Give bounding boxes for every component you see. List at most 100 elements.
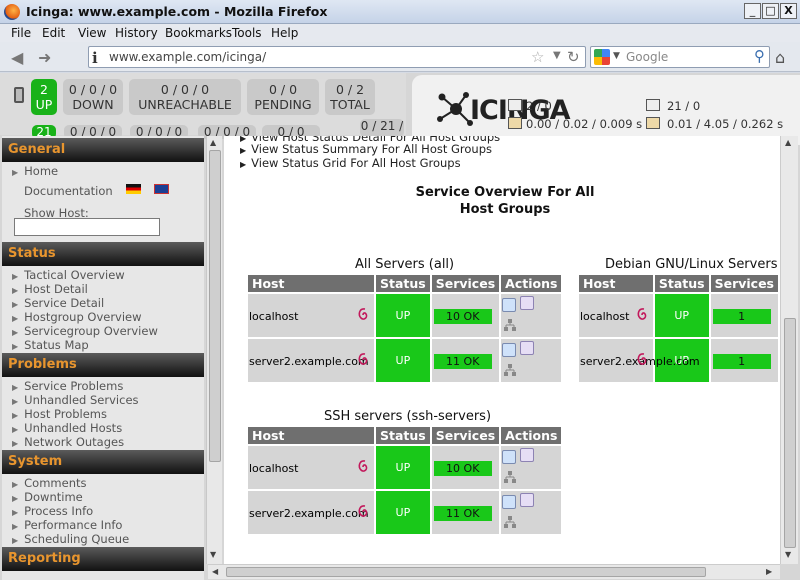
bookmark-star-icon[interactable]: ☆: [531, 48, 544, 66]
google-engine-icon[interactable]: [594, 49, 610, 65]
forward-arrow-icon[interactable]: ➜: [38, 48, 51, 67]
status-badge[interactable]: UP: [376, 446, 430, 489]
host-link[interactable]: localhost: [249, 310, 298, 323]
scroll-right-arrow-icon[interactable]: ▶: [766, 567, 772, 576]
scroll-left-arrow-icon[interactable]: ◀: [212, 567, 218, 576]
host-link[interactable]: server2.example.com: [249, 507, 369, 520]
group-title-all[interactable]: All Servers (all): [355, 257, 454, 272]
german-flag-icon[interactable]: [126, 184, 141, 194]
hosts-up-box[interactable]: 2 UP: [31, 79, 57, 115]
sidebar-item-tactical-overview[interactable]: ▶ Tactical Overview: [12, 268, 125, 282]
debian-swirl-icon: [358, 505, 368, 517]
url-text[interactable]: www.example.com/icinga/: [109, 50, 266, 64]
host-info-icon[interactable]: [520, 493, 535, 507]
link-status-summary[interactable]: ▶ View Status Summary For All Host Groups: [240, 142, 492, 156]
status-badge[interactable]: UP: [376, 294, 430, 337]
sidebar-item-scheduling-queue[interactable]: ▶ Scheduling Queue: [12, 532, 129, 546]
scroll-down-arrow-icon[interactable]: ▼: [785, 550, 791, 559]
search-icon[interactable]: ⚲: [754, 47, 765, 65]
sidebar-item-process-info[interactable]: ▶ Process Info: [12, 504, 93, 518]
sidebar-scroll-thumb[interactable]: [209, 150, 221, 462]
engine-dropdown-icon[interactable]: ▼: [613, 51, 620, 61]
hosts-unreachable-box[interactable]: 0 / 0 / 0 UNREACHABLE: [129, 79, 241, 115]
uk-flag-icon[interactable]: [154, 184, 169, 194]
maximize-button[interactable]: □: [762, 3, 779, 19]
sidebar-item-downtime[interactable]: ▶ Downtime: [12, 490, 83, 504]
services-ok-badge[interactable]: 1: [712, 309, 771, 324]
col-services: Services: [431, 275, 500, 292]
sidebar-item-hostgroup-overview[interactable]: ▶ Hostgroup Overview: [12, 310, 142, 324]
status-map-icon[interactable]: [503, 515, 517, 529]
sidebar-item-host-problems[interactable]: ▶ Host Problems: [12, 407, 107, 421]
sidebar-item-status-map[interactable]: ▶ Status Map: [12, 338, 89, 352]
menu-edit[interactable]: Edit: [42, 26, 65, 40]
host-link[interactable]: localhost: [580, 310, 629, 323]
back-arrow-icon[interactable]: ◀: [11, 48, 23, 67]
sidebar-scrollbar[interactable]: ▲ ▼: [206, 136, 222, 564]
sidebar-item-network-outages[interactable]: ▶ Network Outages: [12, 435, 124, 449]
sidebar-item-performance-info[interactable]: ▶ Performance Info: [12, 518, 122, 532]
host-info-icon[interactable]: [520, 341, 535, 355]
services-ok-badge[interactable]: 11 OK: [433, 506, 492, 521]
hosts-pending-box[interactable]: 0 / 0 PENDING: [247, 79, 319, 115]
host-info-icon[interactable]: [520, 296, 535, 310]
hosts-down-box[interactable]: 0 / 0 / 0 DOWN: [63, 79, 123, 115]
menu-help[interactable]: Help: [271, 26, 298, 40]
horizontal-scroll-thumb[interactable]: [226, 567, 706, 577]
menu-view[interactable]: View: [78, 26, 106, 40]
scroll-down-arrow-icon[interactable]: ▼: [210, 550, 216, 559]
sidebar-item-host-detail[interactable]: ▶ Host Detail: [12, 282, 88, 296]
host-info-icon[interactable]: [520, 448, 535, 462]
status-map-icon[interactable]: [503, 470, 517, 484]
sidebar-item-comments[interactable]: ▶ Comments: [12, 476, 87, 490]
menu-file[interactable]: File: [11, 26, 31, 40]
reload-icon[interactable]: ↻: [567, 48, 580, 66]
scroll-up-arrow-icon[interactable]: ▲: [210, 138, 216, 147]
search-placeholder[interactable]: Google: [626, 50, 668, 64]
main-vertical-scrollbar[interactable]: ▲ ▼: [780, 136, 798, 564]
horizontal-scrollbar[interactable]: ◀ ▶: [208, 564, 780, 579]
close-button[interactable]: X: [780, 3, 797, 19]
status-badge[interactable]: UP: [376, 491, 430, 534]
status-map-icon[interactable]: [503, 363, 517, 377]
sidebar-item-unhandled-hosts[interactable]: ▶ Unhandled Hosts: [12, 421, 122, 435]
minimize-button[interactable]: _: [744, 3, 761, 19]
url-bar[interactable]: i www.example.com/icinga/ ☆ ▼ ↻: [88, 46, 586, 68]
group-title-ssh[interactable]: SSH servers (ssh-servers): [324, 409, 491, 424]
menu-tools[interactable]: Tools: [232, 26, 262, 40]
sidebar-item-unhandled-services[interactable]: ▶ Unhandled Services: [12, 393, 139, 407]
status-detail-icon[interactable]: [502, 343, 517, 357]
status-detail-icon[interactable]: [502, 450, 517, 464]
sidebar-item-servicegroup-overview[interactable]: ▶ Servicegroup Overview: [12, 324, 158, 338]
sidebar-item-service-detail[interactable]: ▶ Service Detail: [12, 296, 104, 310]
sidebar-item-documentation[interactable]: Documentation: [24, 184, 113, 198]
url-dropdown-icon[interactable]: ▼: [553, 50, 561, 61]
services-total-box[interactable]: 0 / 21 /: [360, 119, 404, 137]
main-scroll-thumb[interactable]: [784, 318, 796, 548]
menu-history[interactable]: History: [115, 26, 158, 40]
services-ok-badge[interactable]: 1: [712, 354, 771, 369]
services-ok-badge[interactable]: 10 OK: [433, 309, 492, 324]
hosts-total-box[interactable]: 0 / 2 TOTAL: [325, 79, 375, 115]
services-ok-badge[interactable]: 10 OK: [433, 461, 492, 476]
debian-swirl-icon: [637, 308, 647, 320]
status-map-icon[interactable]: [503, 318, 517, 332]
status-detail-icon[interactable]: [502, 298, 517, 312]
host-cell: localhost: [248, 294, 374, 337]
status-detail-icon[interactable]: [502, 495, 517, 509]
show-host-input[interactable]: [14, 218, 160, 236]
menu-bookmarks[interactable]: Bookmarks: [165, 26, 232, 40]
status-badge[interactable]: UP: [376, 339, 430, 382]
host-link[interactable]: server2.example.com: [249, 355, 369, 368]
host-link[interactable]: localhost: [249, 462, 298, 475]
sidebar-item-service-problems[interactable]: ▶ Service Problems: [12, 379, 123, 393]
search-box[interactable]: ▼ Google ⚲: [590, 46, 770, 68]
sidebar-item-home[interactable]: ▶ Home: [12, 164, 58, 178]
scroll-up-arrow-icon[interactable]: ▲: [785, 138, 791, 147]
site-info-icon[interactable]: i: [92, 49, 106, 67]
group-title-debian[interactable]: Debian GNU/Linux Servers (de: [605, 257, 780, 272]
status-badge[interactable]: UP: [654, 294, 709, 337]
home-icon[interactable]: ⌂: [775, 48, 785, 67]
services-ok-badge[interactable]: 11 OK: [433, 354, 492, 369]
link-status-grid[interactable]: ▶ View Status Grid For All Host Groups: [240, 156, 461, 170]
